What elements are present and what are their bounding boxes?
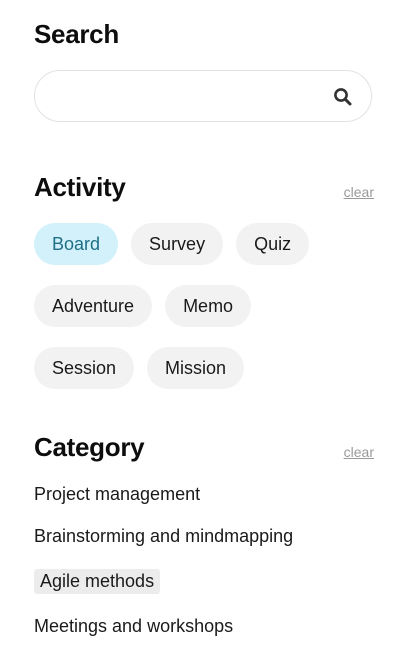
activity-clear-link[interactable]: clear xyxy=(344,184,374,200)
activity-section-title: Activity xyxy=(34,172,126,202)
category-item-brainstorming[interactable]: Brainstorming and mindmapping xyxy=(34,526,293,547)
chip-adventure[interactable]: Adventure xyxy=(34,285,153,327)
chip-board[interactable]: Board xyxy=(34,223,119,265)
search-input[interactable] xyxy=(53,71,337,123)
activity-chip-row: Session Mission xyxy=(34,347,245,389)
activity-chip-row: Adventure Memo xyxy=(34,285,252,327)
chip-memo[interactable]: Memo xyxy=(165,285,252,327)
category-item-project-management[interactable]: Project management xyxy=(34,484,200,505)
category-item-agile-methods[interactable]: Agile methods xyxy=(34,569,161,594)
chip-session[interactable]: Session xyxy=(34,347,135,389)
category-section-title: Category xyxy=(34,432,145,462)
chip-mission[interactable]: Mission xyxy=(147,347,245,389)
category-clear-link[interactable]: clear xyxy=(344,444,374,460)
category-item-meetings[interactable]: Meetings and workshops xyxy=(34,616,233,637)
chip-quiz[interactable]: Quiz xyxy=(236,223,310,265)
search-box xyxy=(34,70,372,123)
search-icon[interactable] xyxy=(333,87,353,107)
activity-chip-row: Board Survey Quiz xyxy=(34,223,310,265)
chip-survey[interactable]: Survey xyxy=(131,223,224,265)
search-section-title: Search xyxy=(34,19,119,49)
